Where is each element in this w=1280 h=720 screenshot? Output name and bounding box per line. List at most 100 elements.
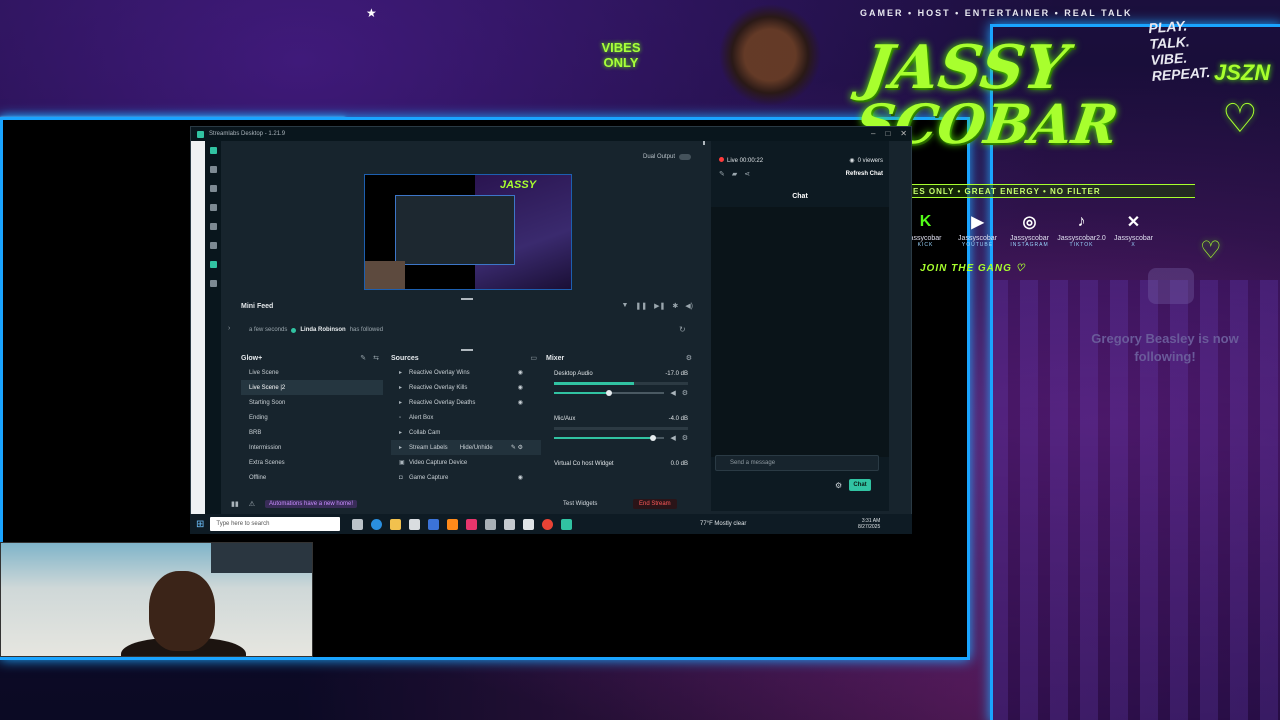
edge-icon[interactable] [371, 518, 383, 530]
scene-item[interactable]: Extra Scenes [241, 455, 383, 470]
app-icon[interactable] [523, 518, 535, 530]
themes-nav-icon[interactable] [209, 204, 217, 211]
streamlabs-task-icon[interactable] [561, 518, 573, 530]
store-nav-icon[interactable] [209, 223, 217, 230]
outlook-icon[interactable] [428, 518, 440, 530]
stats-icon[interactable]: ▮▮ [231, 500, 239, 508]
social-handle: Jassyscobar [958, 235, 997, 242]
test-widgets-button[interactable]: Test Widgets [563, 501, 597, 507]
transitions-icon[interactable]: ⇆ [373, 354, 379, 362]
gear-icon[interactable]: ⚙ [682, 389, 688, 397]
social-platform: KICK [917, 242, 934, 248]
source-actions-icon[interactable]: ✎ ⚙ [511, 444, 523, 451]
channel-name: Desktop Audio [554, 371, 593, 377]
sources-title: Sources [391, 354, 419, 362]
weather-widget[interactable]: 77°F Mostly clear [700, 521, 746, 527]
chat-send-button[interactable]: Chat [849, 479, 871, 491]
scene-item[interactable]: Starting Soon [241, 395, 383, 410]
scene-item[interactable]: Live Scene [241, 365, 383, 380]
source-item[interactable]: ▫ Alert Box [391, 410, 541, 425]
x-icon: ✕ [1126, 214, 1141, 231]
filter-icon[interactable]: ▼ [621, 302, 628, 310]
camera-icon: ▣ [399, 460, 405, 466]
source-item[interactable]: ▸ Reactive Overlay Deaths ◉ [391, 395, 541, 410]
chat-message-input[interactable]: Send a message [715, 455, 879, 471]
automation-notice[interactable]: Automations have a new home! [265, 500, 358, 508]
visibility-icon[interactable]: ◉ [518, 369, 523, 376]
end-stream-button[interactable]: End Stream [633, 499, 677, 509]
chat-tab[interactable]: Chat [711, 193, 889, 200]
app-store-nav-icon[interactable] [209, 242, 217, 249]
clock-date: 8/27/2025 [858, 524, 881, 530]
scene-collection-selector[interactable]: Glow+ [241, 355, 262, 362]
source-item-hovered[interactable]: ▸ Stream Labels Hide/Unhide ✎ ⚙ [391, 440, 541, 455]
tiktok-app-icon[interactable] [466, 518, 478, 530]
volume-slider[interactable] [554, 390, 665, 396]
source-item[interactable]: ◘ Game Capture ◉ [391, 470, 541, 485]
mute-alerts-icon[interactable]: ✱ [672, 302, 678, 310]
pin-icon[interactable]: ✎ [360, 354, 366, 362]
slider-knob[interactable] [650, 435, 657, 441]
chrome-icon[interactable] [542, 518, 554, 530]
chevron-right-icon[interactable]: › [228, 325, 230, 332]
visibility-icon[interactable]: ◉ [518, 399, 523, 406]
chat-collapse-handle[interactable] [703, 141, 705, 145]
volume-icon[interactable]: ◀) [685, 302, 693, 310]
windows-start-icon[interactable]: ⊞ [196, 519, 204, 530]
window-titlebar: Streamlabs Desktop - 1.21.9 – □ ✕ [191, 127, 911, 141]
gear-icon[interactable]: ⚙ [682, 434, 688, 442]
speaker-icon[interactable]: ◀ [670, 389, 675, 397]
source-item[interactable]: ▸ Collab Cam [391, 425, 541, 440]
dashboard-nav-icon[interactable] [209, 185, 217, 192]
scene-item[interactable]: BRB [241, 425, 383, 440]
channel-name: Mic/Aux [554, 416, 576, 422]
highlighter-nav-icon[interactable] [209, 261, 217, 268]
folder-icon[interactable]: ▭ [530, 354, 537, 362]
close-icon[interactable]: ✕ [900, 129, 907, 138]
social-instagram: ◎ Jassyscobar INSTAGRAM [1008, 212, 1051, 248]
scene-item[interactable]: Ending [241, 410, 383, 425]
alert-icon[interactable]: ⚠ [249, 500, 255, 508]
toggle-switch[interactable] [679, 154, 692, 160]
app-icon[interactable] [447, 518, 459, 530]
skip-icon[interactable]: ▶❚ [654, 302, 665, 310]
repeat-icon[interactable]: ↻ [679, 325, 686, 334]
taskbar-clock[interactable]: 3:31 AM 8/27/2025 [858, 518, 880, 530]
social-platform: INSTAGRAM [1010, 242, 1049, 248]
layout-nav-icon[interactable] [209, 166, 217, 173]
scene-item[interactable]: Intermission [241, 440, 383, 455]
dual-output-toggle[interactable]: Dual Output [643, 154, 692, 160]
editor-nav-icon[interactable] [209, 147, 217, 154]
clip-icon[interactable]: ▰ [732, 170, 737, 178]
volume-slider[interactable] [554, 435, 665, 441]
refresh-chat-button[interactable]: Refresh Chat [846, 171, 883, 177]
share-icon[interactable]: ⋖ [744, 170, 750, 178]
speaker-icon[interactable]: ◀ [670, 434, 675, 442]
maximize-icon[interactable]: □ [885, 129, 890, 138]
vibes-only-badge: VIBES ONLY [600, 40, 642, 70]
settings-icon[interactable] [485, 518, 497, 530]
pause-icon[interactable]: ❚❚ [635, 302, 647, 310]
slider-knob[interactable] [606, 390, 613, 396]
source-item[interactable]: ▣ Video Capture Device [391, 455, 541, 470]
scene-item[interactable]: Offline [241, 470, 383, 485]
visibility-icon[interactable]: ◉ [518, 474, 523, 481]
store-icon[interactable] [409, 518, 421, 530]
app-icon[interactable] [504, 518, 516, 530]
recording-nav-icon[interactable] [209, 280, 217, 287]
audio-meter [554, 382, 688, 385]
scene-item-selected[interactable]: Live Scene |2 [241, 380, 383, 395]
chat-settings-icon[interactable]: ⚙ [835, 481, 842, 490]
edit-icon[interactable]: ✎ [719, 170, 725, 178]
stream-preview[interactable]: JASSY [364, 174, 572, 290]
gear-icon[interactable]: ⚙ [686, 354, 692, 362]
brand-first-name: JASSY [859, 33, 1072, 103]
visibility-icon[interactable]: ◉ [518, 384, 523, 391]
source-item[interactable]: ▸ Reactive Overlay Wins ◉ [391, 365, 541, 380]
taskbar-search[interactable]: Type here to search [210, 517, 341, 531]
minimize-icon[interactable]: – [871, 129, 875, 138]
mixer-dock: Mixer ⚙ Desktop Audio -17.0 dB ◀ ⚙ Mic/Au… [546, 351, 696, 487]
task-view-icon[interactable] [352, 518, 364, 530]
file-explorer-icon[interactable] [390, 518, 402, 530]
source-item[interactable]: ▸ Reactive Overlay Kills ◉ [391, 380, 541, 395]
